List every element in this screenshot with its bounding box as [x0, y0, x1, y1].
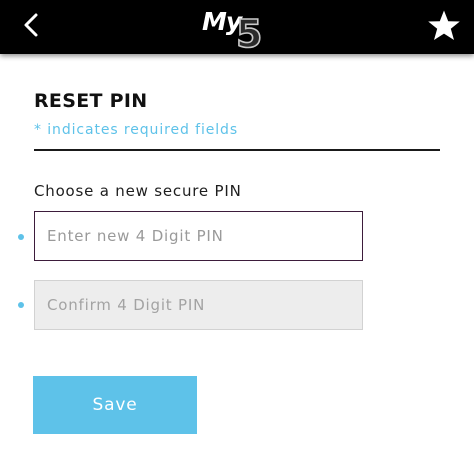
svg-text:5: 5 — [236, 12, 262, 52]
top-nav-bar: My 5 — [0, 0, 474, 54]
save-button[interactable]: Save — [33, 376, 197, 434]
my5-logo: My 5 — [202, 7, 263, 52]
title-divider — [34, 149, 440, 151]
required-fields-note: * indicates required fields — [34, 122, 239, 138]
page-title: RESET PIN — [34, 90, 148, 112]
back-button[interactable] — [14, 8, 48, 42]
choose-pin-label: Choose a new secure PIN — [34, 182, 242, 200]
new-pin-input[interactable] — [34, 211, 363, 261]
chevron-left-icon — [24, 13, 38, 37]
star-icon — [428, 10, 460, 40]
required-indicator-dot — [18, 302, 24, 308]
confirm-pin-input[interactable] — [34, 280, 363, 330]
required-indicator-dot — [18, 234, 24, 240]
favourite-button[interactable] — [424, 6, 464, 46]
